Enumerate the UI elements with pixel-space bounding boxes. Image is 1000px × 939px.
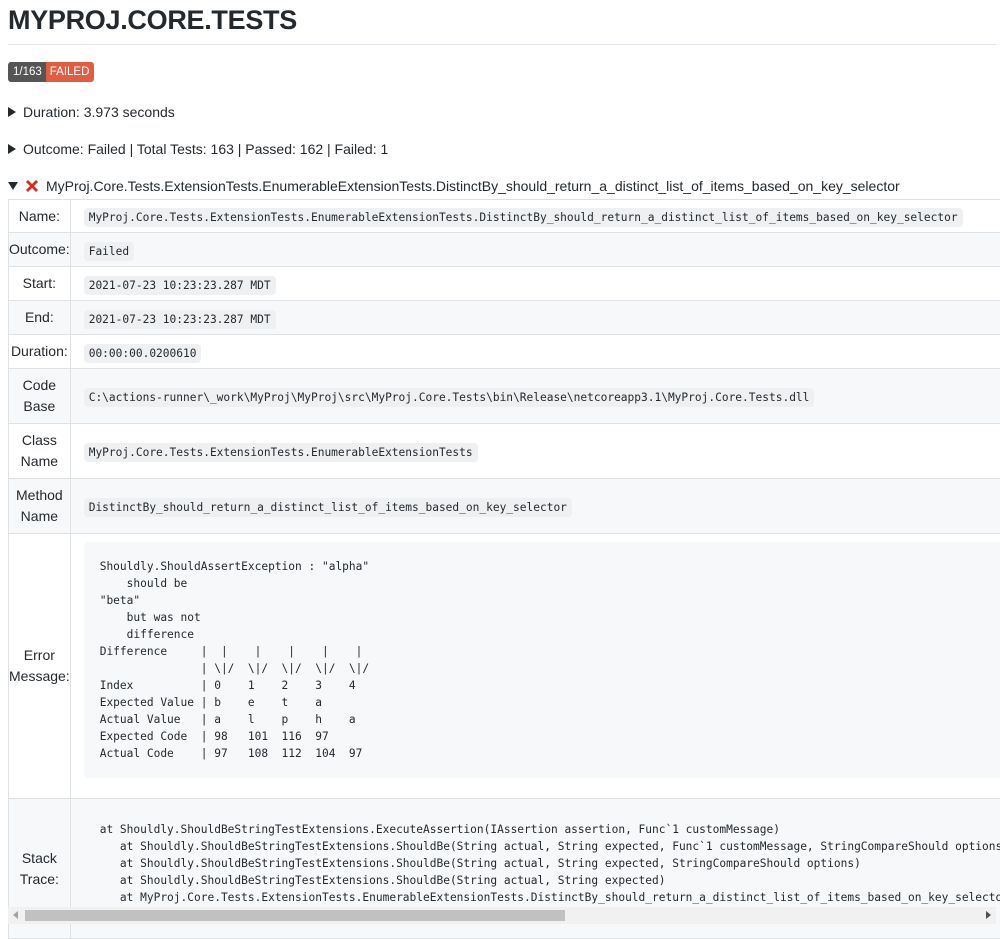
test-detail-toggle[interactable]: MyProj.Core.Tests.ExtensionTests.Enumera… bbox=[8, 178, 900, 194]
page-title: MYPROJ.CORE.TESTS bbox=[8, 0, 996, 45]
table-row: Class Name MyProj.Core.Tests.ExtensionTe… bbox=[9, 424, 1000, 479]
methodname-label-line1: Method bbox=[16, 487, 63, 503]
stack-label-line2: Trace: bbox=[20, 871, 59, 887]
table-row: Code Base C:\actions-runner\_work\MyProj… bbox=[9, 369, 1000, 424]
classname-value: MyProj.Core.Tests.ExtensionTests.Enumera… bbox=[84, 443, 478, 462]
methodname-label-line2: Name bbox=[21, 508, 58, 524]
codebase-label: Code Base bbox=[9, 369, 71, 424]
expand-triangle-icon bbox=[8, 107, 16, 117]
horizontal-scrollbar[interactable] bbox=[8, 907, 996, 924]
test-detail-table: Name: MyProj.Core.Tests.ExtensionTests.E… bbox=[8, 199, 1000, 939]
failed-x-icon bbox=[24, 178, 40, 194]
table-row: End: 2021-07-23 10:23:23.287 MDT bbox=[9, 301, 1000, 335]
name-label: Name: bbox=[9, 200, 71, 233]
scroll-left-arrow-icon[interactable] bbox=[13, 911, 18, 919]
table-row: Outcome: Failed bbox=[9, 233, 1000, 267]
badge-status: FAILED bbox=[46, 62, 95, 82]
methodname-value: DistinctBy_should_return_a_distinct_list… bbox=[84, 498, 572, 517]
error-message-block: Shouldly.ShouldAssertException : "alpha"… bbox=[84, 542, 1000, 778]
error-label: Error Message: bbox=[9, 534, 71, 799]
error-label-line2: Message: bbox=[9, 668, 70, 684]
duration-label: Duration: bbox=[9, 335, 71, 369]
classname-label-line2: Name bbox=[21, 453, 58, 469]
table-row: Name: MyProj.Core.Tests.ExtensionTests.E… bbox=[9, 200, 1000, 233]
table-row: Method Name DistinctBy_should_return_a_d… bbox=[9, 479, 1000, 534]
expand-triangle-icon bbox=[8, 144, 16, 154]
methodname-label: Method Name bbox=[9, 479, 71, 534]
stack-label-line1: Stack bbox=[22, 850, 57, 866]
codebase-label-line1: Code bbox=[23, 377, 56, 393]
duration-summary-toggle[interactable]: Duration: 3.973 seconds bbox=[8, 104, 175, 120]
codebase-value: C:\actions-runner\_work\MyProj\MyProj\sr… bbox=[84, 388, 815, 407]
table-row: Start: 2021-07-23 10:23:23.287 MDT bbox=[9, 267, 1000, 301]
codebase-label-line2: Base bbox=[23, 398, 55, 414]
name-value: MyProj.Core.Tests.ExtensionTests.Enumera… bbox=[84, 208, 963, 227]
classname-label: Class Name bbox=[9, 424, 71, 479]
test-header-text: MyProj.Core.Tests.ExtensionTests.Enumera… bbox=[46, 178, 900, 194]
start-label: Start: bbox=[9, 267, 71, 301]
outcome-value: Failed bbox=[84, 242, 134, 261]
stack-trace-block: at Shouldly.ShouldBeStringTestExtensions… bbox=[84, 805, 1000, 922]
collapse-triangle-icon bbox=[8, 182, 18, 190]
table-row: Error Message: Shouldly.ShouldAssertExce… bbox=[9, 534, 1000, 799]
scroll-right-arrow-icon[interactable] bbox=[986, 911, 991, 919]
outcome-label: Outcome: bbox=[9, 233, 71, 267]
report-page: MYPROJ.CORE.TESTS 1/163 FAILED Duration:… bbox=[8, 0, 996, 82]
end-value: 2021-07-23 10:23:23.287 MDT bbox=[84, 310, 276, 329]
outcome-summary-toggle[interactable]: Outcome: Failed | Total Tests: 163 | Pas… bbox=[8, 141, 388, 157]
badge-count: 1/163 bbox=[8, 62, 46, 82]
status-badge: 1/163 FAILED bbox=[8, 62, 94, 82]
duration-value: 00:00:00.0200610 bbox=[84, 344, 202, 363]
start-value: 2021-07-23 10:23:23.287 MDT bbox=[84, 276, 276, 295]
table-row: Duration: 00:00:00.0200610 bbox=[9, 335, 1000, 369]
error-label-line1: Error bbox=[24, 647, 55, 663]
outcome-summary-text: Outcome: Failed | Total Tests: 163 | Pas… bbox=[23, 141, 388, 157]
scrollbar-thumb[interactable] bbox=[25, 910, 565, 921]
classname-label-line1: Class bbox=[22, 432, 57, 448]
duration-summary-text: Duration: 3.973 seconds bbox=[23, 104, 175, 120]
end-label: End: bbox=[9, 301, 71, 335]
